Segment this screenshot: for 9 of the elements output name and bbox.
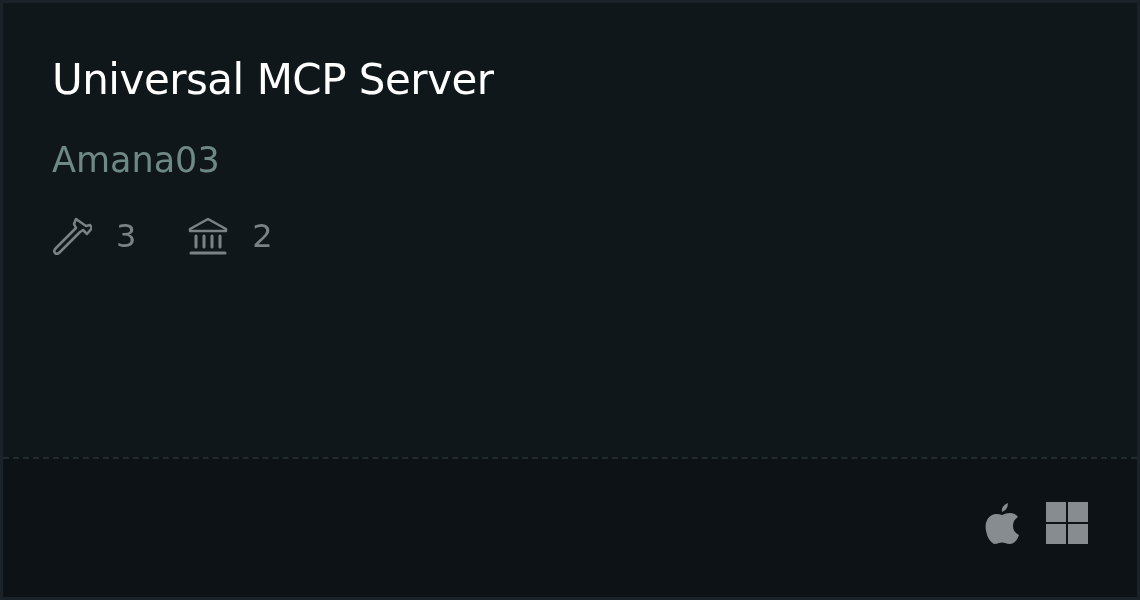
hammer-icon [52,216,92,256]
stat-count: 3 [116,217,137,255]
windows-icon [1046,502,1088,544]
server-card[interactable]: Universal MCP Server Amana03 3 2 [0,0,1140,600]
bank-icon [188,216,229,256]
stat-count: 2 [252,217,273,255]
author-name: Amana03 [52,143,221,178]
server-title: Universal MCP Server [52,59,495,101]
apple-icon [984,501,1020,545]
